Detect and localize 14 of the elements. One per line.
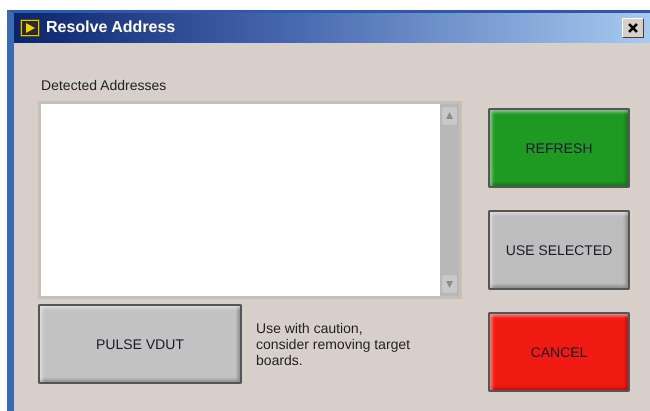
list-label: Detected Addresses: [41, 77, 168, 93]
scroll-down-icon[interactable]: [441, 274, 458, 294]
close-button[interactable]: [622, 18, 644, 38]
action-button[interactable]: REFRESH: [488, 108, 630, 188]
scroll-up-icon[interactable]: [441, 106, 458, 126]
caution-note: Use with caution, consider removing target boards.: [256, 320, 412, 368]
window-title: Resolve Address: [46, 19, 176, 37]
app-icon: [20, 19, 40, 37]
pulse-vdut-button[interactable]: PULSE VDUT: [38, 304, 242, 384]
action-button[interactable]: USE SELECTED: [488, 210, 630, 290]
address-list[interactable]: [38, 101, 462, 299]
action-button[interactable]: CANCEL: [488, 312, 630, 392]
scroll-bar[interactable]: [440, 104, 459, 296]
close-icon: [627, 22, 639, 34]
